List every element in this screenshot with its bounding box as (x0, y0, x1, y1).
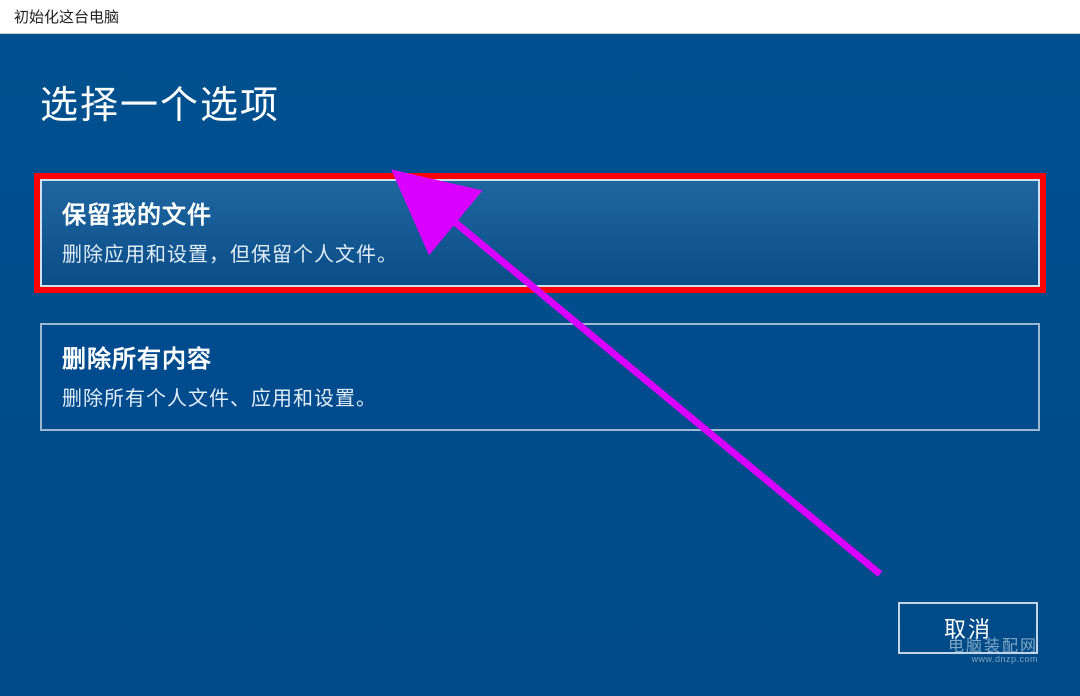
cancel-button-label: 取消 (944, 612, 992, 644)
option-description: 删除所有个人文件、应用和设置。 (62, 382, 1018, 411)
reset-pc-panel: 选择一个选项 保留我的文件 删除应用和设置，但保留个人文件。 删除所有内容 删除… (0, 34, 1080, 696)
watermark-line2: www.dnzp.com (948, 654, 1038, 664)
window-titlebar: 初始化这台电脑 (0, 0, 1080, 34)
option-title: 保留我的文件 (62, 195, 1018, 230)
page-heading: 选择一个选项 (40, 74, 1040, 129)
option-title: 删除所有内容 (62, 339, 1018, 374)
options-list: 保留我的文件 删除应用和设置，但保留个人文件。 删除所有内容 删除所有个人文件、… (40, 179, 1040, 431)
cancel-button[interactable]: 取消 (898, 602, 1038, 654)
window-title: 初始化这台电脑 (14, 6, 119, 27)
option-description: 删除应用和设置，但保留个人文件。 (62, 238, 1018, 267)
option-remove-everything[interactable]: 删除所有内容 删除所有个人文件、应用和设置。 (40, 323, 1040, 431)
option-keep-files[interactable]: 保留我的文件 删除应用和设置，但保留个人文件。 (40, 179, 1040, 287)
